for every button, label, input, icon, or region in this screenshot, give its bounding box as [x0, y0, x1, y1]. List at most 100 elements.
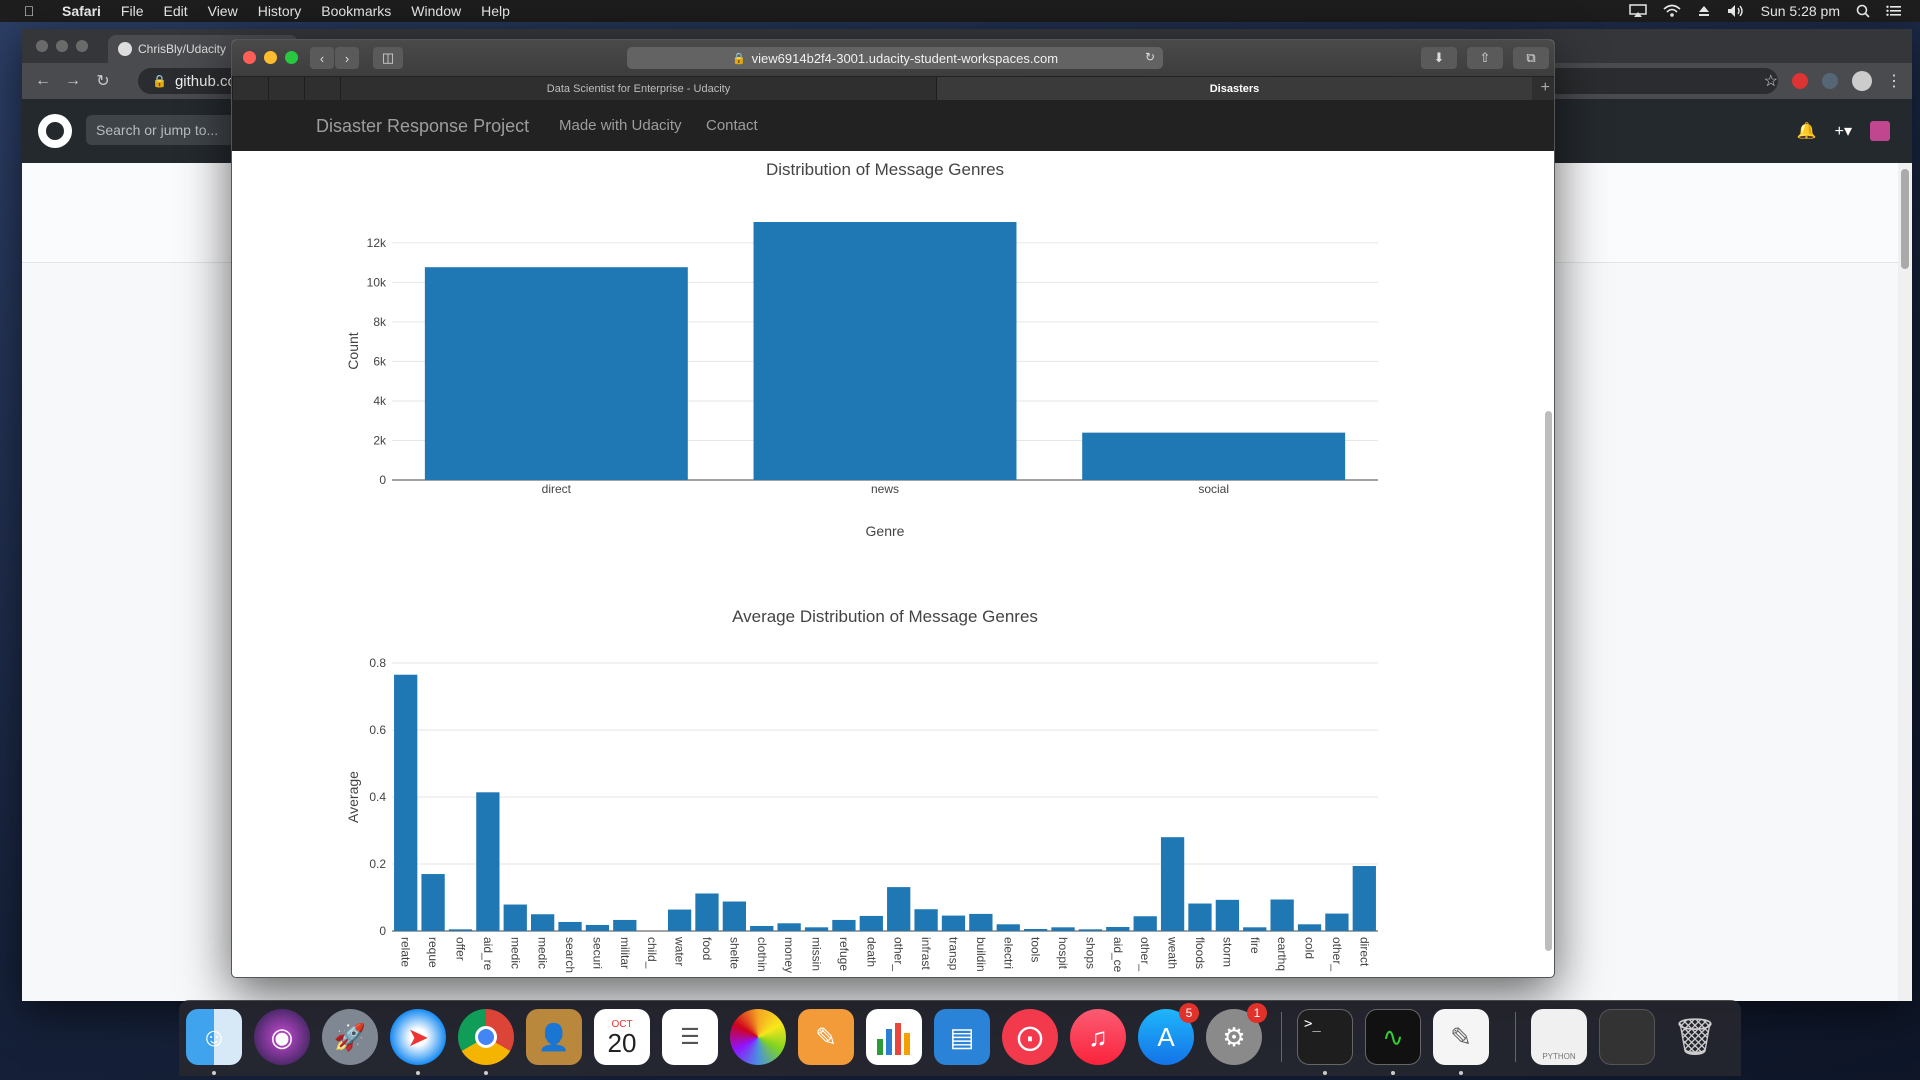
menu-window[interactable]: Window [411, 3, 461, 19]
nav-link-contact[interactable]: Contact [706, 117, 758, 134]
x-tick-label: social [1198, 482, 1229, 496]
tab-blank-1[interactable] [232, 77, 268, 101]
pages-icon[interactable]: ✎ [798, 1009, 854, 1065]
bar [887, 887, 911, 931]
python-file-icon[interactable]: PYTHON [1531, 1009, 1587, 1065]
safari-app-icon[interactable]: ➤ [390, 1009, 446, 1065]
bar [1188, 903, 1212, 931]
reload-icon[interactable]: ↻ [1145, 50, 1155, 64]
notification-center-icon[interactable] [1886, 4, 1902, 18]
y-tick-label: 12k [367, 236, 387, 250]
app-store-badge: 5 [1179, 1003, 1199, 1023]
tab-blank-2[interactable] [268, 77, 304, 101]
back-arrow-icon[interactable]: ← [28, 72, 58, 90]
bar [777, 923, 801, 931]
github-logo-icon[interactable] [38, 114, 72, 148]
contacts-icon[interactable]: 👤 [526, 1009, 582, 1065]
reload-icon[interactable]: ↻ [88, 71, 118, 91]
reminders-icon[interactable]: ☰ [662, 1009, 718, 1065]
x-tick-label: money [782, 937, 796, 973]
x-tick-label: militar [618, 937, 632, 969]
bar [804, 927, 829, 931]
dock-separator [1515, 1012, 1516, 1062]
x-tick-label: tools [1029, 937, 1043, 962]
bar [394, 674, 418, 931]
chrome-menu-icon[interactable]: ⋮ [1886, 71, 1902, 91]
eject-icon[interactable] [1697, 4, 1711, 18]
terminal-icon[interactable]: >_ [1297, 1009, 1353, 1065]
navbar-brand[interactable]: Disaster Response Project [316, 116, 529, 137]
apple-menu-icon[interactable]:  [18, 3, 40, 19]
menu-view[interactable]: View [208, 3, 238, 19]
chart-title: Average Distribution of Message Genres [732, 607, 1038, 626]
x-tick-label: electri [1001, 937, 1015, 969]
tab-disasters[interactable]: Disasters [936, 77, 1532, 101]
volume-icon[interactable] [1727, 4, 1745, 18]
profile-avatar[interactable] [1852, 71, 1872, 91]
menubar-clock[interactable]: Sun 5:28 pm [1761, 3, 1840, 19]
screenshot-stack-icon[interactable] [1599, 1009, 1655, 1065]
downloads-icon[interactable]: ⬇ [1421, 47, 1457, 69]
close-window-button[interactable] [243, 51, 256, 64]
bar [1106, 926, 1130, 931]
chrome-scrollbar[interactable] [1898, 163, 1912, 1001]
activity-monitor-icon[interactable]: ∿ [1365, 1009, 1421, 1065]
sidebar-toggle-icon[interactable]: ◫ [373, 47, 403, 69]
numbers-icon[interactable] [866, 1009, 922, 1065]
forward-button[interactable]: › [335, 47, 359, 69]
textedit-icon[interactable]: ✎ [1433, 1009, 1489, 1065]
bar [613, 919, 637, 931]
y-tick-label: 0.6 [369, 723, 386, 737]
page-content: Distribution of Message Genres 0 2k 4k 6k 8k 1… [232, 151, 1554, 973]
airplay-icon[interactable] [1628, 4, 1647, 18]
github-avatar[interactable] [1870, 121, 1890, 141]
news-icon[interactable]: ⨀ [1002, 1009, 1058, 1065]
create-new-plus-icon[interactable]: +▾ [1835, 121, 1852, 141]
x-tick-label: clothin [755, 937, 769, 972]
extension-icon[interactable] [1792, 73, 1808, 89]
bar [1133, 916, 1157, 931]
back-button[interactable]: ‹ [310, 47, 334, 69]
x-tick-label: offer [453, 937, 467, 961]
chrome-app-icon[interactable] [458, 1009, 514, 1065]
tab-blank-3[interactable] [304, 77, 340, 101]
share-icon[interactable]: ⇧ [1467, 47, 1503, 69]
finder-icon[interactable]: ☺ [186, 1009, 242, 1065]
music-icon[interactable]: ♫ [1070, 1009, 1126, 1065]
bar [1078, 929, 1103, 931]
extension-icon-2[interactable] [1822, 73, 1838, 89]
y-tick-label: 6k [373, 354, 387, 368]
nav-link-made-with-udacity[interactable]: Made with Udacity [559, 117, 682, 134]
bar [1325, 913, 1349, 931]
keynote-icon[interactable]: ▤ [934, 1009, 990, 1065]
spotlight-search-icon[interactable] [1856, 4, 1870, 18]
menu-history[interactable]: History [258, 3, 302, 19]
bar [1243, 927, 1267, 931]
x-tick-label: medic [508, 937, 522, 969]
page-scrollbar[interactable] [1542, 151, 1554, 973]
menu-help[interactable]: Help [481, 3, 510, 19]
x-tick-label: shops [1083, 937, 1097, 969]
zoom-window-button[interactable] [285, 51, 298, 64]
running-indicator [1391, 1071, 1395, 1075]
bar [1270, 899, 1294, 931]
new-tab-plus-icon[interactable]: + [1541, 79, 1550, 97]
siri-icon[interactable]: ◉ [254, 1009, 310, 1065]
menu-bookmarks[interactable]: Bookmarks [321, 3, 391, 19]
notification-bell-icon[interactable]: 🔔 [1797, 121, 1817, 141]
menu-app-name[interactable]: Safari [62, 3, 101, 19]
tab-udacity[interactable]: Data Scientist for Enterprise - Udacity [340, 77, 936, 101]
minimize-window-button[interactable] [264, 51, 277, 64]
forward-arrow-icon[interactable]: → [58, 72, 88, 90]
safari-address-bar[interactable]: 🔒 view6914b2f4-3001.udacity-student-work… [627, 47, 1163, 69]
menu-edit[interactable]: Edit [163, 3, 187, 19]
trash-icon[interactable]: 🗑 [1667, 1009, 1723, 1065]
calendar-icon[interactable]: OCT 20 [594, 1009, 650, 1065]
tab-overview-icon[interactable]: ⧉ [1513, 47, 1549, 69]
lock-icon: 🔒 [731, 52, 746, 65]
launchpad-icon[interactable]: 🚀 [322, 1009, 378, 1065]
photos-icon[interactable] [730, 1009, 786, 1065]
bookmark-star-icon[interactable]: ☆ [1764, 71, 1778, 91]
wifi-icon[interactable] [1663, 4, 1681, 18]
menu-file[interactable]: File [121, 3, 144, 19]
